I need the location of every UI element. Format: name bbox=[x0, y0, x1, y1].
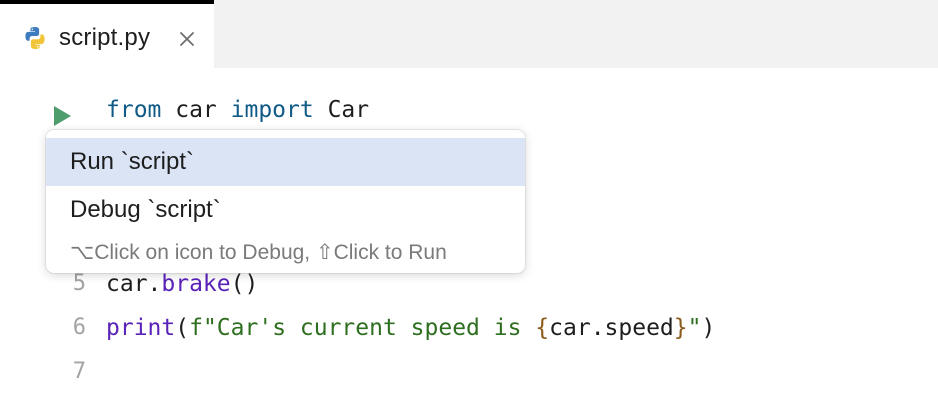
code-line-text: car.brake() bbox=[106, 271, 258, 297]
module-name: car bbox=[161, 97, 231, 123]
run-context-popup: Run `script` Debug `script` ⌥Click on ic… bbox=[46, 130, 525, 273]
method-call: brake bbox=[161, 271, 231, 297]
code-line-text: from car import Car bbox=[106, 97, 369, 123]
code-line-5: 5 car.brake() bbox=[0, 271, 938, 311]
tab-script-py[interactable]: script.py bbox=[0, 0, 214, 68]
class-name: Car bbox=[313, 97, 370, 123]
tab-title: script.py bbox=[59, 24, 151, 51]
fstring-quote: " bbox=[687, 315, 702, 341]
popup-hint-text: ⌥Click on icon to Debug, ⇧Click to Run bbox=[70, 241, 447, 264]
line-number: 7 bbox=[72, 359, 86, 384]
fstring-expression: car.speed bbox=[549, 315, 674, 341]
fstring-brace: } bbox=[673, 315, 688, 341]
keyword-from: from bbox=[106, 97, 162, 123]
close-icon[interactable] bbox=[178, 30, 196, 48]
fstring-brace: { bbox=[535, 315, 550, 341]
menu-item-run-script[interactable]: Run `script` bbox=[46, 138, 525, 186]
line-number: 5 bbox=[72, 271, 86, 296]
keyword-import: import bbox=[230, 97, 314, 123]
fstring-part: f"Car's current speed is bbox=[189, 315, 536, 341]
menu-item-debug-script[interactable]: Debug `script` bbox=[46, 186, 525, 234]
object-ref: car. bbox=[106, 271, 162, 297]
python-file-icon bbox=[25, 27, 45, 49]
close-paren: ) bbox=[701, 315, 716, 341]
open-paren: ( bbox=[175, 315, 190, 341]
code-line-text: print(f"Car's current speed is {car.spee… bbox=[106, 315, 715, 341]
editor-tab-bar: script.py bbox=[0, 0, 938, 68]
parens: () bbox=[230, 271, 259, 297]
builtin-print: print bbox=[106, 315, 176, 341]
code-line-7: 7 bbox=[0, 359, 938, 399]
code-line-6: 6 print(f"Car's current speed is {car.sp… bbox=[0, 315, 938, 355]
line-number: 6 bbox=[72, 315, 86, 340]
